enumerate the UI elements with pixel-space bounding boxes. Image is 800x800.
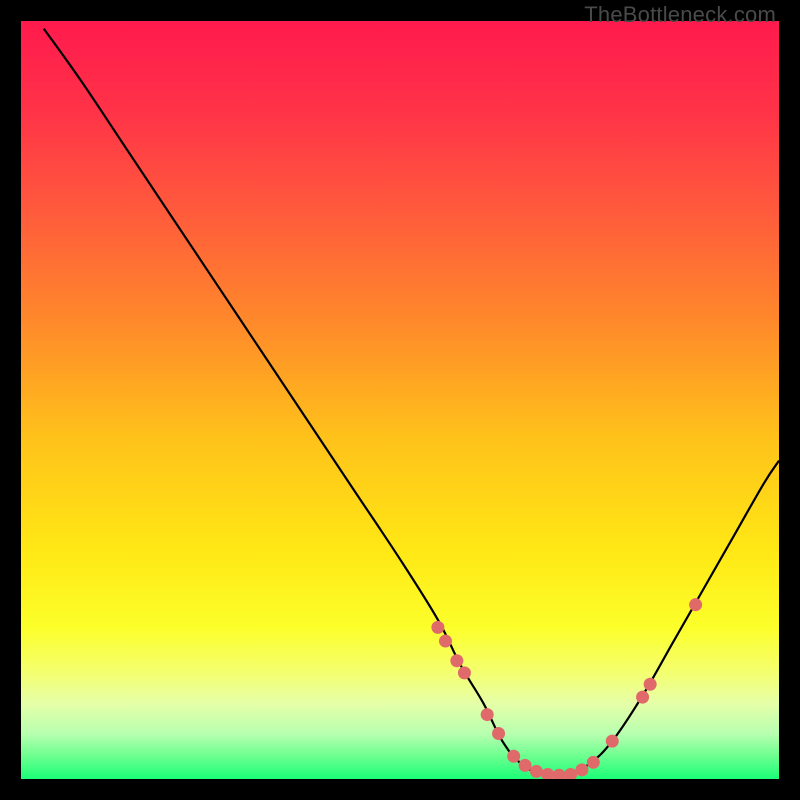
data-dot (450, 654, 463, 667)
data-dot (575, 763, 588, 776)
data-dot (481, 708, 494, 721)
gradient-bg (21, 21, 779, 779)
data-dot (606, 735, 619, 748)
data-dot (644, 678, 657, 691)
data-dot (636, 691, 649, 704)
data-dot (587, 756, 600, 769)
data-dot (530, 765, 543, 778)
watermark-text: TheBottleneck.com (584, 2, 776, 28)
data-dot (458, 666, 471, 679)
data-dot (689, 598, 702, 611)
data-dot (492, 727, 505, 740)
data-dot (507, 750, 520, 763)
chart-svg (21, 21, 779, 779)
data-dot (519, 759, 532, 772)
data-dot (431, 621, 444, 634)
data-dot (439, 635, 452, 648)
chart-frame (21, 21, 779, 779)
